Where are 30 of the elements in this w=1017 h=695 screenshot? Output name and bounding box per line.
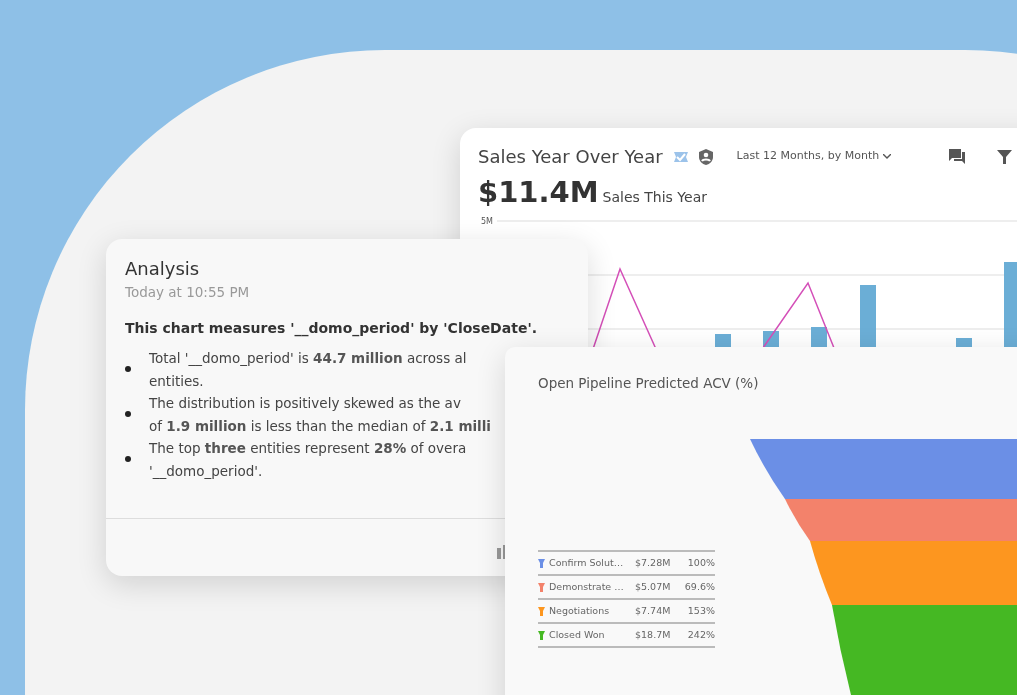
percent-value: 100% bbox=[686, 555, 715, 570]
card-title: Open Pipeline Predicted ACV (%) bbox=[538, 374, 759, 393]
amount-value: $7.74M bbox=[635, 603, 672, 618]
stage-label: Confirm Solut… bbox=[549, 555, 625, 570]
comment-icon[interactable] bbox=[949, 149, 966, 164]
percent-value: 69.6% bbox=[683, 579, 715, 594]
bullet-icon bbox=[125, 456, 131, 463]
stage-label: Demonstrate … bbox=[549, 579, 625, 594]
percent-value: 242% bbox=[686, 627, 715, 642]
stage-label: Negotiations bbox=[549, 603, 611, 618]
bullet-icon bbox=[125, 366, 131, 373]
amount-value: $18.7M bbox=[635, 627, 672, 642]
date-filter-dropdown[interactable]: Last 12 Months, by Month bbox=[736, 148, 892, 165]
timestamp: Today at 10:55 PM bbox=[125, 283, 251, 302]
bullet-text: Total '__domo_period' is 44.7 million across al entities. bbox=[149, 349, 467, 391]
amount-value: $5.07M bbox=[635, 579, 672, 594]
stage-label: Closed Won bbox=[549, 627, 606, 642]
card-title: Sales Year Over Year bbox=[478, 145, 663, 169]
filter-icon[interactable] bbox=[997, 149, 1013, 164]
axis-tick-label: 5M bbox=[481, 217, 493, 226]
caret-icon bbox=[883, 154, 892, 159]
total-value: $11.4M bbox=[478, 178, 599, 207]
shield-icon bbox=[698, 148, 713, 165]
summary-text: This chart measures '__domo_period' by 'CloseDate'. bbox=[125, 319, 538, 339]
bullet-icon bbox=[125, 411, 131, 418]
card-title: Analysis bbox=[125, 257, 201, 281]
percent-value: 153% bbox=[686, 603, 715, 618]
amount-value: $7.28M bbox=[635, 555, 672, 570]
bullet-text: The top three entities represent 28% of overa '__domo_period'. bbox=[149, 439, 467, 481]
total-label: Sales This Year bbox=[602, 188, 707, 207]
